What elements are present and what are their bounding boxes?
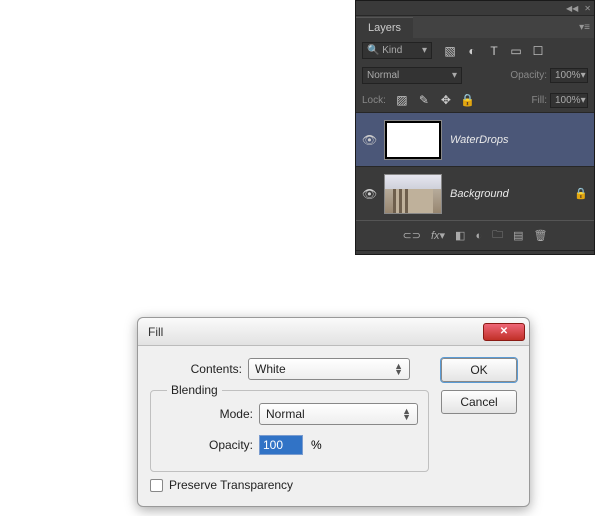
opacity-unit: % bbox=[311, 438, 322, 452]
opacity-input[interactable] bbox=[259, 435, 303, 455]
visibility-eye-icon[interactable]: 👁 bbox=[362, 187, 376, 201]
lock-paint-icon[interactable]: ✎ bbox=[416, 92, 432, 108]
contents-label: Contents: bbox=[150, 362, 242, 376]
panel-close-icon[interactable]: ✕ bbox=[584, 4, 591, 13]
select-arrows-icon: ▲▼ bbox=[402, 408, 411, 420]
form-area: Contents: White ▲▼ Blending Mode: Normal… bbox=[150, 358, 429, 492]
visibility-eye-icon[interactable]: 👁 bbox=[362, 133, 376, 147]
kind-filter-dropdown[interactable]: 🔍 Kind ▾ bbox=[362, 42, 432, 59]
mode-value: Normal bbox=[266, 407, 305, 421]
lock-label: Lock: bbox=[362, 95, 386, 106]
mode-select[interactable]: Normal ▲▼ bbox=[259, 403, 418, 425]
chevron-down-icon: ▾ bbox=[581, 95, 586, 106]
filter-smart-icon[interactable]: ☐ bbox=[530, 43, 546, 59]
filter-shape-icon[interactable]: ▭ bbox=[508, 43, 524, 59]
layer-row[interactable]: 👁 Background 🔒 bbox=[356, 166, 594, 220]
layer-name[interactable]: WaterDrops bbox=[450, 134, 508, 146]
layers-panel: ◀◀ ✕ Layers ▾≡ 🔍 Kind ▾ ▧ ◐ T ▭ ☐ Normal… bbox=[355, 0, 595, 255]
opacity-label: Opacity: bbox=[161, 438, 253, 452]
panel-menu-icon[interactable]: ▾≡ bbox=[575, 22, 594, 33]
adjustment-icon[interactable]: ◐ bbox=[475, 230, 482, 242]
opacity-row: Opacity: % bbox=[161, 435, 418, 455]
fill-label: Fill: bbox=[531, 95, 547, 106]
filter-icons: ▧ ◐ T ▭ ☐ bbox=[442, 43, 546, 59]
ok-button[interactable]: OK bbox=[441, 358, 517, 382]
opacity-field[interactable]: 100%▾ bbox=[550, 68, 588, 83]
select-arrows-icon: ▲▼ bbox=[394, 363, 403, 375]
close-icon: ✕ bbox=[500, 326, 508, 337]
layers-tab[interactable]: Layers bbox=[356, 17, 413, 38]
layer-name[interactable]: Background bbox=[450, 188, 509, 200]
lock-all-icon[interactable]: 🔒 bbox=[460, 92, 476, 108]
title-bar[interactable]: Fill ✕ bbox=[138, 318, 529, 346]
lock-indicator-icon: 🔒 bbox=[574, 187, 588, 200]
fx-icon[interactable]: fx▾ bbox=[431, 229, 445, 242]
preserve-row: Preserve Transparency bbox=[150, 478, 429, 492]
delete-icon[interactable]: 🗑 bbox=[534, 229, 548, 242]
button-column: OK Cancel bbox=[441, 358, 517, 492]
mode-row: Mode: Normal ▲▼ bbox=[161, 403, 418, 425]
cancel-button[interactable]: Cancel bbox=[441, 390, 517, 414]
chevron-down-icon: ▾ bbox=[452, 70, 457, 81]
lock-icons: ▨ ✎ ✥ 🔒 bbox=[394, 92, 476, 108]
fill-dialog: Fill ✕ Contents: White ▲▼ Blending Mode: bbox=[137, 317, 530, 507]
mask-icon[interactable]: ◧ bbox=[455, 229, 465, 242]
blend-mode-value: Normal bbox=[367, 70, 399, 81]
collapse-icon[interactable]: ◀◀ bbox=[566, 4, 578, 13]
opacity-group: Opacity: 100%▾ bbox=[510, 68, 588, 83]
layer-thumbnail[interactable] bbox=[384, 174, 442, 214]
contents-value: White bbox=[255, 362, 286, 376]
blending-group: Blending Mode: Normal ▲▼ Opacity: % bbox=[150, 390, 429, 472]
filter-adjust-icon[interactable]: ◐ bbox=[464, 43, 480, 59]
fill-field[interactable]: 100%▾ bbox=[550, 93, 588, 108]
panel-tab-bar: ◀◀ ✕ bbox=[356, 1, 594, 16]
dialog-body: Contents: White ▲▼ Blending Mode: Normal… bbox=[138, 346, 529, 506]
layers-list: 👁 WaterDrops 👁 Background 🔒 bbox=[356, 112, 594, 220]
layers-footer: ⊂⊃ fx▾ ◧ ◐ 🗀 ▤ 🗑 bbox=[356, 220, 594, 250]
link-icon[interactable]: ⊂⊃ bbox=[403, 229, 421, 242]
preserve-transparency-checkbox[interactable] bbox=[150, 479, 163, 492]
filter-pixel-icon[interactable]: ▧ bbox=[442, 43, 458, 59]
contents-select[interactable]: White ▲▼ bbox=[248, 358, 410, 380]
close-button[interactable]: ✕ bbox=[483, 323, 525, 341]
group-icon[interactable]: 🗀 bbox=[492, 226, 503, 245]
layer-thumbnail[interactable] bbox=[384, 120, 442, 160]
chevron-down-icon: ▾ bbox=[581, 70, 586, 81]
panel-header: Layers ▾≡ bbox=[356, 16, 594, 38]
mode-label: Mode: bbox=[161, 407, 253, 421]
opacity-label: Opacity: bbox=[510, 70, 547, 81]
new-layer-icon[interactable]: ▤ bbox=[513, 229, 523, 242]
kind-label: Kind bbox=[382, 45, 402, 56]
layer-filter-row: 🔍 Kind ▾ ▧ ◐ T ▭ ☐ bbox=[356, 38, 594, 63]
blend-row: Normal ▾ Opacity: 100%▾ bbox=[356, 63, 594, 88]
filter-type-icon[interactable]: T bbox=[486, 43, 502, 59]
lock-row: Lock: ▨ ✎ ✥ 🔒 Fill: 100%▾ bbox=[356, 88, 594, 112]
preserve-label[interactable]: Preserve Transparency bbox=[169, 478, 293, 492]
contents-row: Contents: White ▲▼ bbox=[150, 358, 429, 380]
chevron-down-icon: ▾ bbox=[422, 45, 427, 56]
lock-trans-icon[interactable]: ▨ bbox=[394, 92, 410, 108]
fill-group: Fill: 100%▾ bbox=[531, 93, 588, 108]
panel-resizer[interactable] bbox=[356, 250, 594, 254]
layer-row[interactable]: 👁 WaterDrops bbox=[356, 112, 594, 166]
dialog-title: Fill bbox=[148, 325, 163, 339]
blending-legend: Blending bbox=[167, 383, 222, 397]
blend-mode-dropdown[interactable]: Normal ▾ bbox=[362, 67, 462, 84]
lock-move-icon[interactable]: ✥ bbox=[438, 92, 454, 108]
